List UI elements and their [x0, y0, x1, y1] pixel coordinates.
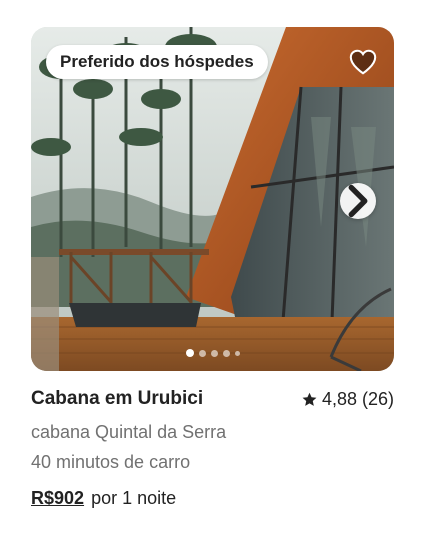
listing-title: Cabana em Urubici: [31, 388, 204, 409]
listing-distance: 40 minutos de carro: [31, 452, 191, 472]
chevron-right-icon: [348, 184, 368, 218]
carousel-dot[interactable]: [185, 349, 194, 357]
price-suffix: por 1 noite: [91, 488, 177, 508]
carousel-dot[interactable]: [210, 349, 218, 357]
carousel-dots: [31, 349, 394, 357]
listing-rating: 4,88 (26): [302, 389, 394, 410]
listing-price[interactable]: R$902: [31, 488, 84, 508]
rating-value: 4,88 (26): [321, 388, 394, 409]
guest-favorite-badge: Preferido dos hóspedes: [46, 45, 268, 79]
carousel-dot[interactable]: [198, 349, 206, 357]
heart-icon[interactable]: [348, 47, 378, 77]
next-photo-button[interactable]: [340, 183, 376, 219]
star-icon: [302, 392, 317, 406]
listing-card[interactable]: Preferido dos hóspedes Cabana em Urubici: [31, 27, 394, 511]
listing-info[interactable]: Cabana em Urubici 4,88 (26) cabana Quint…: [31, 385, 394, 511]
listing-subtitle: cabana Quintal da Serra: [31, 422, 227, 442]
listing-price-row: R$902 por 1 noite: [31, 485, 394, 511]
listing-photo[interactable]: Preferido dos hóspedes: [31, 27, 394, 371]
carousel-dot[interactable]: [234, 350, 240, 356]
carousel-dot[interactable]: [222, 349, 230, 357]
